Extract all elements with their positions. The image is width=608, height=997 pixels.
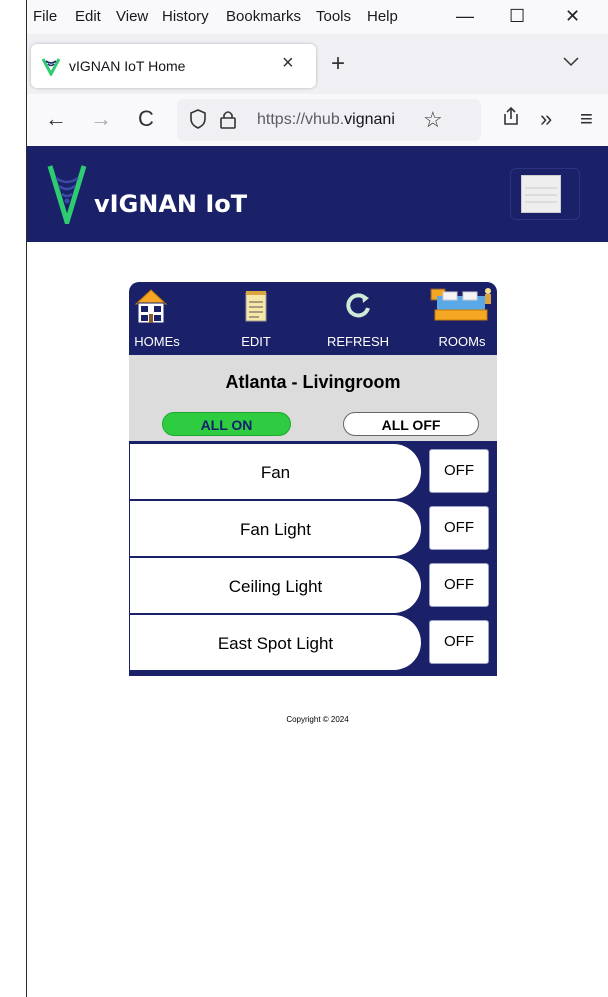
menu-tools[interactable]: Tools xyxy=(316,8,351,25)
tab-vignan-home[interactable]: vIGNAN IoT Home × xyxy=(31,44,316,88)
notepad-icon xyxy=(245,290,267,325)
rooms-button[interactable]: ROOMs xyxy=(429,282,495,355)
new-tab-button[interactable]: + xyxy=(331,50,345,78)
rooms-label: ROOMs xyxy=(438,334,486,349)
copyright-text: Copyright © 2024 xyxy=(286,715,349,724)
homes-label: HOMEs xyxy=(134,334,180,349)
hamburger-menu-button[interactable] xyxy=(510,168,580,220)
device-name[interactable]: East Spot Light xyxy=(130,615,421,670)
refresh-label: REFRESH xyxy=(326,334,390,349)
menu-edit[interactable]: Edit xyxy=(75,8,101,25)
site-title[interactable]: vIGNAN IoT xyxy=(94,190,247,218)
vignan-favicon-icon xyxy=(41,56,61,81)
back-button[interactable]: ← xyxy=(45,106,67,132)
url-text[interactable]: https://vhub.vignani xyxy=(257,111,437,129)
device-row-fan-light: Fan Light OFF xyxy=(129,500,497,557)
list-all-tabs-icon[interactable] xyxy=(563,54,579,72)
close-window-button[interactable]: ✕ xyxy=(565,6,580,27)
device-name[interactable]: Ceiling Light xyxy=(130,558,421,613)
menu-help[interactable]: Help xyxy=(367,8,398,25)
reload-button[interactable]: C xyxy=(138,106,154,132)
menu-history[interactable]: History xyxy=(162,8,209,25)
menu-file[interactable]: File xyxy=(33,8,57,25)
navigation-bar: ← → C https://vhub.vignani ☆ » ≡ xyxy=(27,94,608,146)
tab-close-icon[interactable]: × xyxy=(282,52,294,75)
lock-icon[interactable] xyxy=(219,109,237,134)
url-bar[interactable]: https://vhub.vignani ☆ xyxy=(177,99,481,141)
device-toggle-button[interactable]: OFF xyxy=(429,620,489,664)
refresh-button[interactable]: REFRESH xyxy=(322,282,394,355)
overflow-button[interactable]: » xyxy=(540,106,552,132)
edit-button[interactable]: EDIT xyxy=(221,282,291,355)
refresh-icon xyxy=(344,292,372,323)
room-control-panel: HOMEs EDIT REFRESH ROOMs Atlanta - Livin… xyxy=(129,282,497,676)
all-off-button[interactable]: ALL OFF xyxy=(343,412,479,436)
device-name[interactable]: Fan Light xyxy=(130,501,421,556)
menu-bookmarks[interactable]: Bookmarks xyxy=(226,8,301,25)
edit-label: EDIT xyxy=(241,334,271,349)
left-edge-strip xyxy=(0,0,27,997)
panel-toolbar: HOMEs EDIT REFRESH ROOMs xyxy=(129,282,497,355)
app-menu-button[interactable]: ≡ xyxy=(580,106,593,132)
device-row-fan: Fan OFF xyxy=(129,443,497,500)
house-icon xyxy=(134,288,168,327)
shield-icon[interactable] xyxy=(189,109,207,134)
site-header: vIGNAN IoT xyxy=(27,146,608,242)
hamburger-menu-icon xyxy=(521,175,561,213)
device-row-east-spot-light: East Spot Light OFF xyxy=(129,614,497,671)
page-content: vIGNAN IoT HOMEs EDIT REFRESH ROOMs Atla… xyxy=(27,146,608,997)
room-title: Atlanta - Livingroom xyxy=(225,372,401,392)
vignan-logo[interactable] xyxy=(47,164,87,231)
browser-window: File Edit View History Bookmarks Tools H… xyxy=(27,0,608,997)
minimize-button[interactable]: — xyxy=(456,6,474,27)
bedroom-icon xyxy=(429,286,495,329)
tab-bar: vIGNAN IoT Home × + xyxy=(27,34,608,94)
forward-button[interactable]: → xyxy=(90,106,112,132)
room-header: Atlanta - Livingroom ALL ON ALL OFF xyxy=(129,355,497,441)
device-toggle-button[interactable]: OFF xyxy=(429,506,489,550)
device-list: Fan OFF Fan Light OFF Ceiling Light OFF … xyxy=(129,441,497,676)
device-name[interactable]: Fan xyxy=(130,444,421,499)
homes-button[interactable]: HOMEs xyxy=(129,282,185,355)
menu-view[interactable]: View xyxy=(116,8,148,25)
bookmark-star-icon[interactable]: ☆ xyxy=(423,107,443,133)
device-toggle-button[interactable]: OFF xyxy=(429,449,489,493)
tab-title: vIGNAN IoT Home xyxy=(69,58,186,74)
menu-bar: File Edit View History Bookmarks Tools H… xyxy=(27,0,608,34)
device-row-ceiling-light: Ceiling Light OFF xyxy=(129,557,497,614)
maximize-button[interactable]: ☐ xyxy=(509,6,525,27)
url-host: vignani xyxy=(344,111,395,128)
device-toggle-button[interactable]: OFF xyxy=(429,563,489,607)
all-on-button[interactable]: ALL ON xyxy=(162,412,291,436)
share-icon[interactable] xyxy=(501,106,521,132)
